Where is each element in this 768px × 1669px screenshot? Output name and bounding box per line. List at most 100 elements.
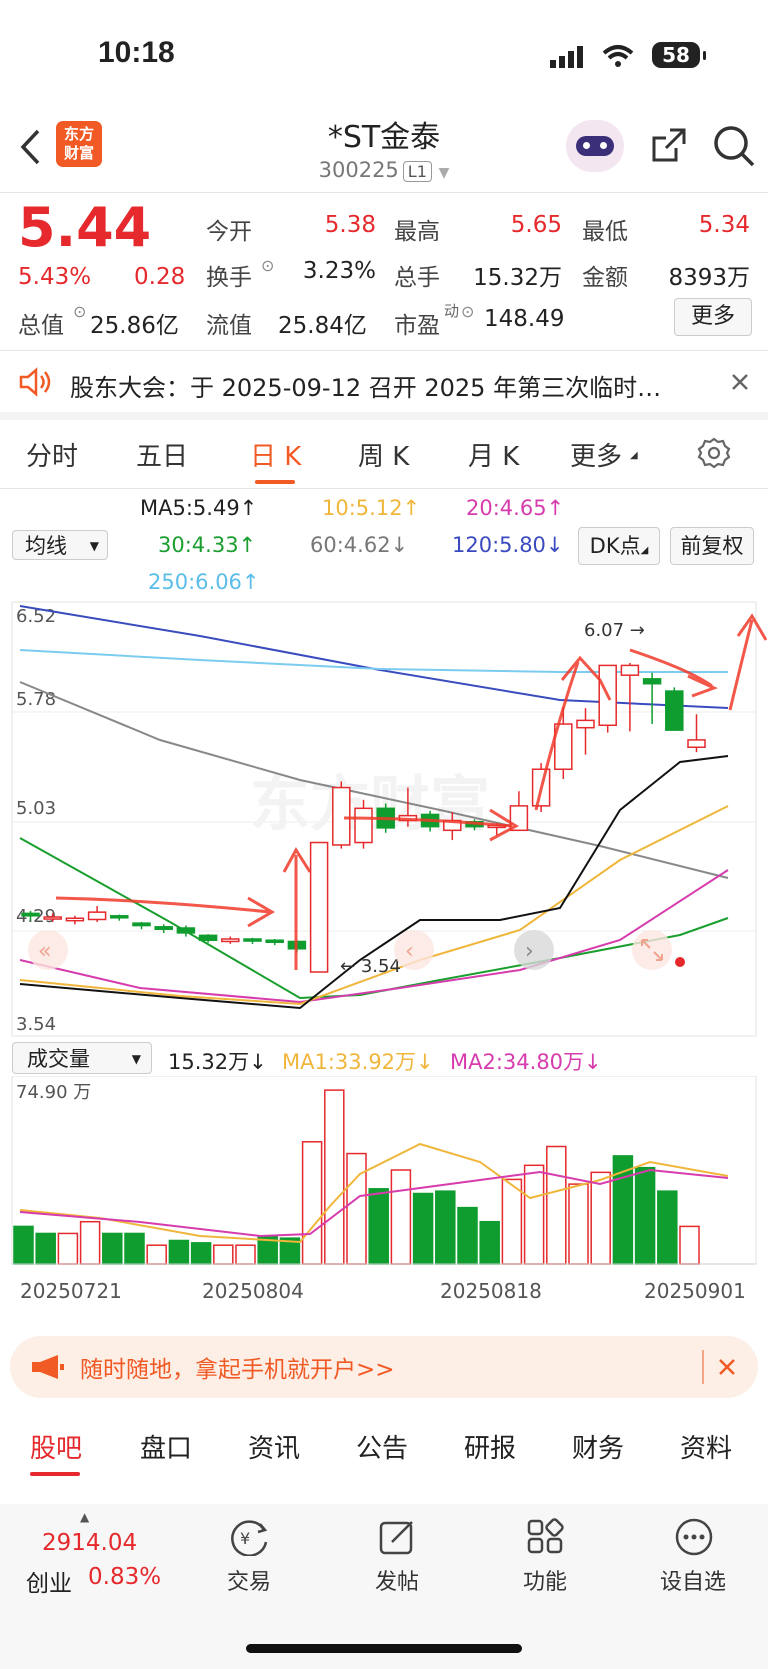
volume-bar[interactable] <box>501 1178 523 1265</box>
candle[interactable] <box>198 934 218 941</box>
candle[interactable] <box>132 922 151 927</box>
kline-chart[interactable]: 东方财富 6.52 5.78 5.03 4.29 3.54 6.07 → ← 3… <box>0 600 768 1040</box>
candle[interactable] <box>154 926 173 930</box>
volume-bar[interactable] <box>568 1183 589 1265</box>
dk-point-button[interactable]: DK点◢ <box>578 527 660 565</box>
share-icon[interactable] <box>648 124 690 166</box>
tab-news[interactable]: 资讯 <box>248 1428 300 1465</box>
nav-add-watchlist[interactable]: 设自选 <box>638 1564 748 1596</box>
volume-bar[interactable] <box>346 1152 367 1265</box>
tab-guba[interactable]: 股吧 <box>30 1428 82 1465</box>
volume-bar[interactable] <box>457 1206 478 1265</box>
nav-post[interactable]: 发帖 <box>342 1564 452 1596</box>
more-button[interactable]: 更多 <box>674 298 752 336</box>
expand-icon[interactable] <box>632 930 672 970</box>
tab-research[interactable]: 研报 <box>464 1428 516 1465</box>
price-adjust-button[interactable]: 前复权 <box>670 527 754 565</box>
tab-more[interactable]: 更多 <box>570 436 622 473</box>
function-icon[interactable] <box>526 1518 566 1556</box>
period-tabs: 分时 五日 日 K 周 K 月 K 更多 ◢ <box>0 420 768 488</box>
info-icon[interactable]: ⊙ <box>73 302 86 321</box>
volume-bar[interactable] <box>657 1190 678 1265</box>
notice-text[interactable]: 股东大会：于 2025-09-12 召开 2025 年第三次临时… <box>70 368 680 403</box>
nav-trade[interactable]: 交易 <box>194 1564 304 1596</box>
scroll-left-icon[interactable] <box>394 930 434 970</box>
more-dots-icon[interactable] <box>674 1518 714 1556</box>
candle[interactable] <box>332 786 351 846</box>
info-icon[interactable]: ⊙ <box>261 256 274 275</box>
scroll-right-icon[interactable] <box>514 930 554 970</box>
volume-bar[interactable] <box>435 1190 456 1265</box>
candle[interactable] <box>21 912 40 917</box>
volume-bar[interactable] <box>546 1145 567 1265</box>
volume-bar[interactable] <box>412 1192 434 1265</box>
candle[interactable] <box>243 938 262 942</box>
open-label: 今开 <box>206 219 252 245</box>
indicator-select[interactable]: 均线 ▼ <box>12 530 108 560</box>
tab-five-day[interactable]: 五日 <box>136 436 188 473</box>
tab-profile[interactable]: 资料 <box>680 1428 732 1465</box>
volume-bar[interactable] <box>301 1141 323 1265</box>
nav-function[interactable]: 功能 <box>490 1564 600 1596</box>
expand-up-icon[interactable]: ▲ <box>80 1510 89 1524</box>
settings-icon[interactable] <box>697 436 731 470</box>
tab-announcements[interactable]: 公告 <box>356 1428 408 1465</box>
info-icon[interactable]: ⊙ <box>461 302 474 321</box>
candle[interactable] <box>642 678 662 685</box>
volume-bar[interactable] <box>146 1244 167 1265</box>
candle[interactable] <box>43 916 62 920</box>
candle[interactable] <box>65 917 85 922</box>
volume-bar[interactable] <box>124 1232 145 1265</box>
candle[interactable] <box>265 939 284 943</box>
candle[interactable] <box>687 739 706 748</box>
candle[interactable] <box>665 690 684 731</box>
index-name[interactable]: 创业 <box>26 1564 72 1598</box>
y-label-2: 5.03 <box>16 798 56 819</box>
candle[interactable] <box>176 927 196 934</box>
candle[interactable] <box>576 719 595 729</box>
volume-bar[interactable] <box>168 1239 190 1265</box>
candle[interactable] <box>309 841 329 973</box>
volume-bar[interactable] <box>79 1220 101 1265</box>
tab-weekly-k[interactable]: 周 K <box>358 436 409 473</box>
tab-minute[interactable]: 分时 <box>26 436 78 473</box>
volume-bar[interactable] <box>324 1089 345 1265</box>
open-account-banner[interactable]: 随时随地，拿起手机就开户>> <box>10 1336 758 1398</box>
tab-finance[interactable]: 财务 <box>572 1428 624 1465</box>
volume-bar[interactable] <box>479 1220 500 1265</box>
svg-text:›: › <box>525 939 534 964</box>
volume-bar[interactable] <box>634 1166 656 1265</box>
volume-bar[interactable] <box>13 1225 34 1265</box>
index-value[interactable]: 2914.04 <box>42 1530 137 1556</box>
post-icon[interactable] <box>378 1518 418 1556</box>
tab-monthly-k[interactable]: 月 K <box>468 436 519 473</box>
volume-bar[interactable] <box>390 1169 412 1265</box>
index-change[interactable]: 0.83% <box>88 1564 161 1590</box>
volume-bar[interactable] <box>235 1244 256 1265</box>
candle[interactable] <box>354 807 373 844</box>
volume-bar[interactable] <box>368 1188 389 1265</box>
close-icon[interactable] <box>730 372 750 392</box>
volume-chart[interactable]: 74.90 万 20250721 20250804 20250818 20250… <box>0 1076 768 1320</box>
volume-bar[interactable] <box>190 1242 212 1265</box>
candle[interactable] <box>87 911 107 921</box>
candle[interactable] <box>620 664 640 676</box>
volume-bar[interactable] <box>213 1244 234 1265</box>
volume-bar[interactable] <box>590 1171 611 1265</box>
robot-assistant-icon[interactable] <box>566 120 624 172</box>
volume-bar[interactable] <box>57 1232 79 1265</box>
volume-indicator-select[interactable]: 成交量 ▼ <box>12 1042 152 1074</box>
volume-bar[interactable] <box>523 1164 545 1265</box>
close-icon[interactable] <box>718 1358 736 1376</box>
svg-text:«: « <box>38 939 51 964</box>
tab-daily-k[interactable]: 日 K <box>250 436 301 473</box>
volume-bar[interactable] <box>102 1232 123 1265</box>
candle[interactable] <box>110 915 129 919</box>
trade-icon[interactable]: ¥ <box>228 1518 270 1556</box>
amount-value: 8393万 <box>668 265 750 291</box>
candle[interactable] <box>221 938 240 943</box>
volume-bar[interactable] <box>679 1225 700 1265</box>
volume-bar[interactable] <box>35 1232 56 1265</box>
search-icon[interactable] <box>712 124 756 168</box>
tab-pankou[interactable]: 盘口 <box>140 1428 192 1465</box>
